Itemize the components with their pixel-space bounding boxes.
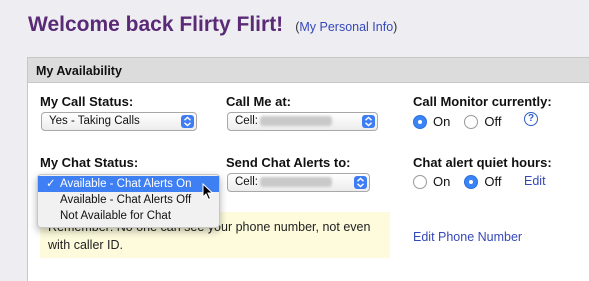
help-icon[interactable]: ? [524,112,538,126]
call-me-at-label: Call Me at: [226,94,292,109]
call-status-label: My Call Status: [40,94,134,109]
chat-status-option[interactable]: ✓ Available - Chat Alerts On [38,176,219,192]
quiet-hours-on-radio[interactable] [413,174,427,189]
personal-info-link[interactable]: My Personal Info [299,20,393,34]
option-label: Available - Chat Alerts Off [60,194,192,206]
call-me-at-prefix: Cell: [235,115,259,127]
chat-status-option[interactable]: Not Available for Chat [38,208,219,224]
chevron-updown-icon [354,176,367,189]
mouse-pointer-icon [202,182,214,206]
call-me-at-select[interactable]: Cell: [227,112,378,131]
quiet-hours-radios: On Off [413,174,501,189]
chat-alerts-prefix: Cell: [235,176,259,188]
redacted-phone [260,115,333,126]
call-status-select[interactable]: Yes - Taking Calls [41,112,197,131]
call-monitor-off-radio[interactable] [464,114,479,129]
paren-close: ) [393,20,398,34]
chat-status-label: My Chat Status: [40,155,139,170]
welcome-title: Welcome back Flirty Flirt! [28,13,284,36]
call-monitor-radios: On Off [413,114,501,129]
chat-status-option[interactable]: Available - Chat Alerts Off [38,192,219,208]
quiet-hours-on-label: On [433,174,451,189]
option-label: Available - Chat Alerts On [60,178,192,190]
call-status-value: Yes - Taking Calls [49,115,140,127]
welcome-header: Welcome back Flirty Flirt! (My Personal … [28,13,397,37]
panel-title: My Availability [28,58,589,83]
call-monitor-label: Call Monitor currently: [413,94,552,109]
personal-info: (My Personal Info) [295,20,397,34]
call-monitor-off-label: Off [484,114,502,129]
chat-alerts-label: Send Chat Alerts to: [226,155,351,170]
quiet-hours-label: Chat alert quiet hours: [413,155,552,170]
edit-phone-number-link[interactable]: Edit Phone Number [413,230,522,244]
quiet-hours-off-label: Off [484,174,502,189]
availability-panel: My Availability My Call Status: Yes - Ta… [27,57,589,281]
chat-alerts-select[interactable]: Cell: [227,173,370,192]
quiet-hours-edit-link[interactable]: Edit [524,174,546,188]
call-monitor-on-radio[interactable] [413,114,427,129]
option-label: Not Available for Chat [60,210,172,222]
chevron-updown-icon [362,115,375,128]
chevron-updown-icon [181,115,194,128]
redacted-phone [260,176,333,187]
call-monitor-on-label: On [433,114,451,129]
checkmark-icon: ✓ [46,178,56,190]
chat-status-dropdown[interactable]: ✓ Available - Chat Alerts On Available - … [37,174,220,228]
quiet-hours-off-radio[interactable] [464,174,479,189]
